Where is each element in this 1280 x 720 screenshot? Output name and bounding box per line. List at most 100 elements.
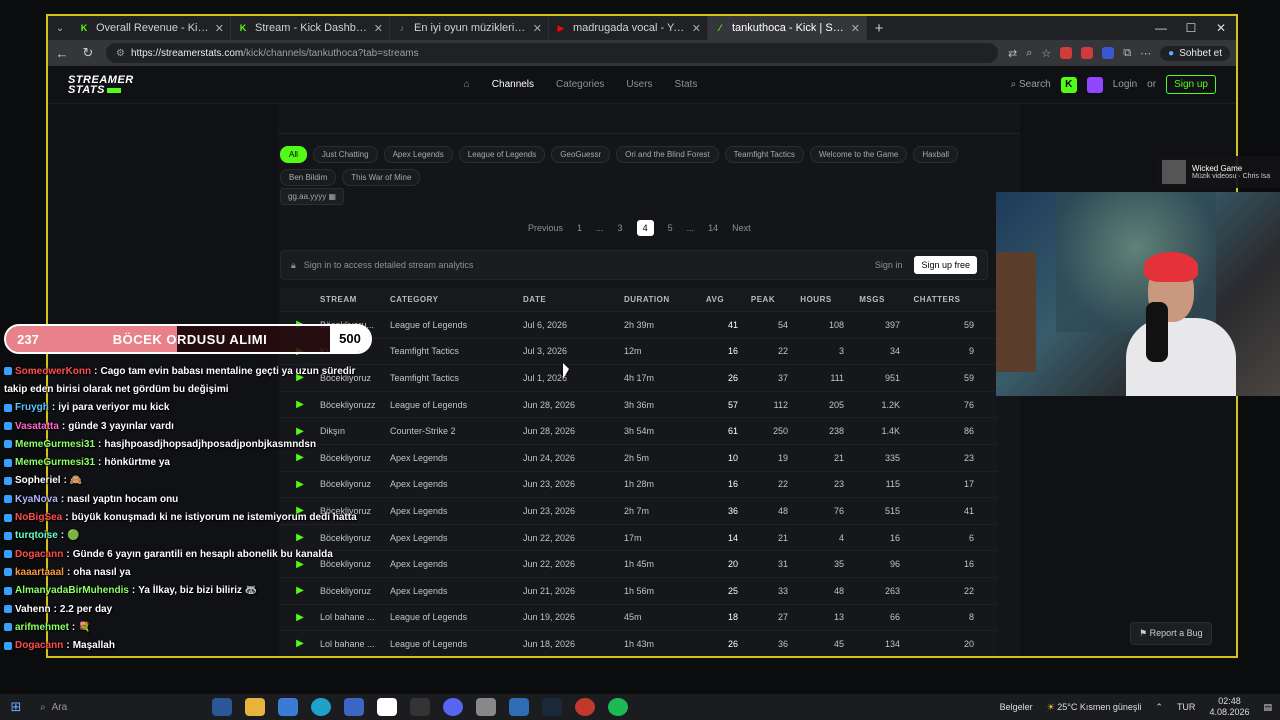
filter-chip[interactable]: Welcome to the Game bbox=[809, 146, 908, 163]
bookmark-star-icon[interactable]: ☆ bbox=[1041, 47, 1051, 60]
clock[interactable]: 02:48 4.08.2026 bbox=[1209, 696, 1249, 718]
pager-page[interactable]: 3 bbox=[618, 223, 623, 233]
app-icon[interactable] bbox=[509, 698, 529, 716]
language-indicator[interactable]: TUR bbox=[1177, 702, 1196, 712]
new-tab-icon[interactable]: + bbox=[867, 20, 891, 37]
nav-users[interactable]: Users bbox=[626, 79, 652, 90]
chat-username[interactable]: Vahenn bbox=[15, 604, 51, 615]
chat-username[interactable]: Dogacann bbox=[15, 549, 63, 560]
pager-page[interactable]: 4 bbox=[636, 220, 654, 236]
filter-chip[interactable]: League of Legends bbox=[458, 146, 546, 163]
col-category[interactable]: CATEGORY bbox=[390, 295, 523, 304]
chat-username[interactable]: SomeowerKonn bbox=[15, 366, 91, 377]
table-row[interactable]: ▶ Böcekliyoruz Apex Legends Jun 21, 2026 1h … bbox=[280, 578, 998, 605]
windows-start-icon[interactable]: ⊞ bbox=[0, 699, 32, 715]
tab-search-icon[interactable]: ⌄ bbox=[48, 23, 72, 34]
filter-chip[interactable]: Apex Legends bbox=[383, 146, 453, 163]
browser-tab[interactable]: ♪ En iyi oyun müzikleri / Best Game ✕ bbox=[390, 16, 549, 40]
menu-dots-icon[interactable]: ⋯ bbox=[1140, 47, 1151, 60]
notification-icon[interactable]: ▤ bbox=[1263, 702, 1272, 713]
browser-tab[interactable]: ▶ madrugada vocal - YouTube ✕ bbox=[549, 16, 708, 40]
chat-username[interactable]: NoBigSea bbox=[15, 512, 62, 523]
notepad-icon[interactable] bbox=[377, 698, 397, 716]
filter-chip[interactable]: GeoGuessr bbox=[551, 146, 611, 163]
chat-username[interactable]: Dogacann bbox=[15, 640, 63, 651]
weather-widget[interactable]: ☀ 25°C Kısmen güneşli bbox=[1047, 702, 1142, 713]
col-stream[interactable]: STREAM bbox=[320, 295, 390, 304]
chat-username[interactable]: arifmehmet bbox=[15, 622, 69, 633]
filter-chip[interactable]: Ben Bildim bbox=[280, 169, 337, 186]
app-icon[interactable] bbox=[278, 698, 298, 716]
filter-chip[interactable]: Ori and the Blind Forest bbox=[616, 146, 719, 163]
app-icon[interactable] bbox=[575, 698, 595, 716]
chat-username[interactable]: MemeGurmesi31 bbox=[15, 457, 95, 468]
tab-close-icon[interactable]: ✕ bbox=[374, 22, 383, 35]
tray-docs[interactable]: Belgeler bbox=[1000, 702, 1033, 712]
tab-close-icon[interactable]: ✕ bbox=[851, 22, 860, 35]
tray-chevron-icon[interactable]: ⌃ bbox=[1155, 702, 1163, 713]
site-info-icon[interactable]: ⚙ bbox=[116, 48, 125, 59]
steam-icon[interactable] bbox=[542, 698, 562, 716]
col-msgs[interactable]: MSGS bbox=[844, 295, 900, 304]
table-row[interactable]: ▶ Böcekliyoruz Apex Legends Jun 22, 2026 17m… bbox=[280, 525, 998, 552]
back-icon[interactable]: ← bbox=[54, 46, 70, 61]
twitch-platform-icon[interactable] bbox=[1086, 76, 1103, 93]
address-bar[interactable]: ⚙ https://streamerstats.com/kick/channel… bbox=[106, 43, 999, 63]
table-row[interactable]: ▶ Böcekliyoruz Apex Legends Jun 22, 2026 1h … bbox=[280, 551, 998, 578]
pager-page[interactable]: 5 bbox=[668, 223, 673, 233]
browser-tab[interactable]: ⁄ tankuthoca - Kick | StreamerStats ✕ bbox=[708, 16, 867, 40]
close-window-icon[interactable]: ✕ bbox=[1206, 21, 1236, 35]
pager-page[interactable]: 14 bbox=[708, 223, 718, 233]
capcut-icon[interactable] bbox=[410, 698, 430, 716]
kick-platform-icon[interactable]: K bbox=[1060, 76, 1077, 93]
extension-icon[interactable] bbox=[1060, 47, 1073, 59]
edge-icon[interactable] bbox=[311, 698, 331, 716]
chat-username[interactable]: KyaNova bbox=[15, 494, 58, 505]
signup-button[interactable]: Sign up bbox=[1166, 75, 1216, 94]
table-row[interactable]: ▶ Böcekliyoruz Apex Legends Jun 24, 2026 2h … bbox=[280, 445, 998, 472]
table-row[interactable]: ▶ Dikşın Counter-Strike 2 Jun 28, 2026 3h 54… bbox=[280, 418, 998, 445]
chat-username[interactable]: MemeGurmesi31 bbox=[15, 439, 95, 450]
table-row[interactable]: ▶ Böcekliyoruzz League of Legends Jun 28, 2… bbox=[280, 392, 998, 419]
chat-username[interactable]: kaaartaaal bbox=[15, 567, 64, 578]
extension-icon[interactable] bbox=[1081, 47, 1094, 59]
nav-stats[interactable]: Stats bbox=[675, 79, 698, 90]
report-bug-button[interactable]: ⚑ Report a Bug bbox=[1130, 622, 1212, 645]
chat-username[interactable]: AlmanyadaBirMuhendis bbox=[15, 585, 129, 596]
chat-username[interactable]: Vasatatta bbox=[15, 421, 59, 432]
tab-close-icon[interactable]: ✕ bbox=[533, 22, 542, 35]
nav-channels[interactable]: Channels bbox=[492, 79, 534, 90]
puzzle-icon[interactable]: ⧉ bbox=[1123, 47, 1131, 60]
pager-page[interactable]: 1 bbox=[577, 223, 582, 233]
col-chatters[interactable]: CHATTERS bbox=[900, 295, 980, 304]
browser-tab[interactable]: K Stream - Kick Dashboard ✕ bbox=[231, 16, 390, 40]
col-peak[interactable]: PEAK bbox=[738, 295, 788, 304]
reload-icon[interactable]: ↻ bbox=[80, 45, 96, 61]
col-avg[interactable]: AVG bbox=[692, 295, 738, 304]
table-row[interactable]: ▶Kızıll...Teamfight TacticsJul 3, 202612… bbox=[280, 339, 998, 366]
discord-icon[interactable] bbox=[443, 698, 463, 716]
pager-previous[interactable]: Previous bbox=[528, 223, 563, 233]
table-row[interactable]: ▶ Böcekliyoruz Teamfight Tactics Jul 1, 202… bbox=[280, 365, 998, 392]
home-icon[interactable]: ⌂ bbox=[464, 79, 470, 90]
file-explorer-icon[interactable] bbox=[245, 698, 265, 716]
table-row[interactable]: ▶ Lol bahane ... League of Legends Jun 18, … bbox=[280, 631, 998, 656]
filter-chip[interactable]: This War of Mine bbox=[342, 169, 421, 186]
tab-close-icon[interactable]: ✕ bbox=[215, 22, 224, 35]
app-icon[interactable] bbox=[344, 698, 364, 716]
col-hours[interactable]: HOURS bbox=[788, 295, 844, 304]
table-row[interactable]: ▶ Lol bahane ... League of Legends Jun 19, … bbox=[280, 605, 998, 632]
app-icon[interactable] bbox=[476, 698, 496, 716]
taskbar-search[interactable]: ⌕ Ara bbox=[32, 696, 212, 718]
app-icon[interactable] bbox=[212, 698, 232, 716]
chat-username[interactable]: Fruygh bbox=[15, 402, 49, 413]
table-row[interactable]: ▶ Böcekliyoruz Apex Legends Jun 23, 2026 2h … bbox=[280, 498, 998, 525]
gate-signin-link[interactable]: Sign in bbox=[875, 260, 903, 270]
table-row[interactable]: ▶ Böcekliyoruz Apex Legends Jun 23, 2026 1h … bbox=[280, 472, 998, 499]
chat-username[interactable]: turqtoise bbox=[15, 530, 58, 541]
browser-tab[interactable]: K Overall Revenue - Kick Dashboard ✕ bbox=[72, 16, 231, 40]
tab-close-icon[interactable]: ✕ bbox=[692, 22, 701, 35]
filter-chip[interactable]: All bbox=[280, 146, 307, 163]
table-row[interactable]: ▶Böcekliyoru...League of LegendsJul 6, 2… bbox=[280, 312, 998, 339]
zoom-icon[interactable]: ⌕ bbox=[1026, 47, 1032, 60]
